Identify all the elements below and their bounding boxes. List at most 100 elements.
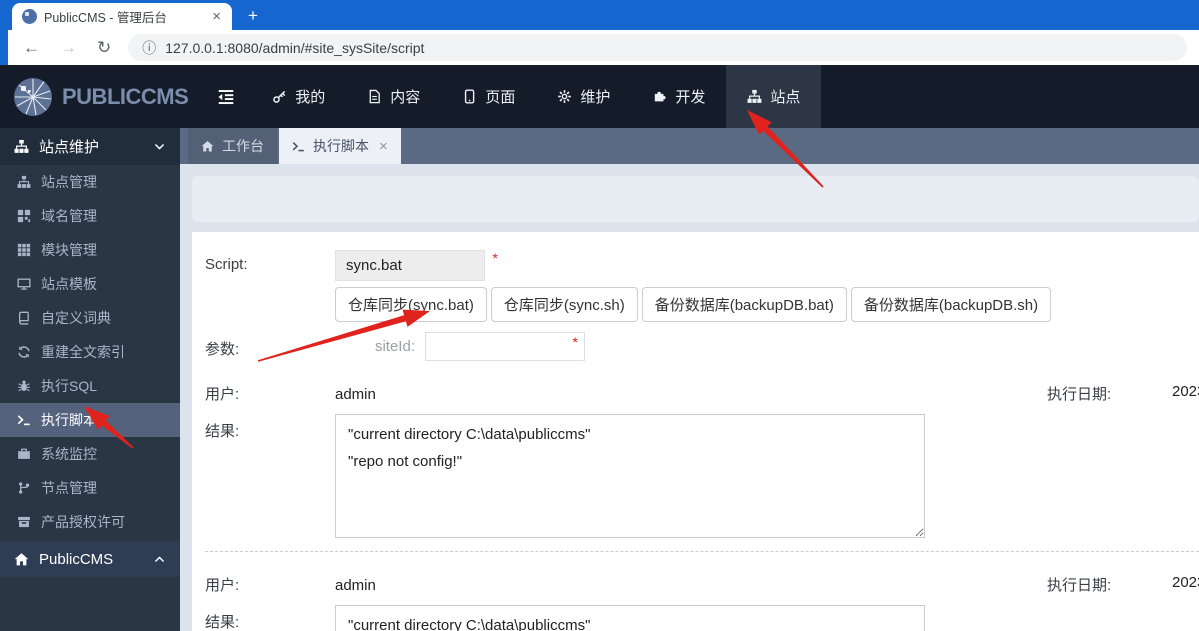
top-nav-items: 我的 内容 页面 维护 开发 站点 [251, 65, 822, 128]
result-textarea[interactable] [335, 414, 925, 538]
browser-toolbar: ← → ↻ ⓘ 127.0.0.1:8080/admin/#site_sysSi… [0, 30, 1199, 65]
result-textarea[interactable] [335, 605, 925, 631]
brand[interactable]: PUBLICCMS [0, 65, 201, 128]
sidebar-footer-publiccms[interactable]: PublicCMS [0, 541, 180, 577]
application-window: PublicCMS - 管理后台 × + ← → ↻ ⓘ 127.0.0.1:8… [0, 0, 1199, 631]
sidebar-item-label: 自定义词典 [41, 310, 111, 326]
sidebar-item-site-template[interactable]: 站点模板 [0, 267, 180, 301]
address-bar[interactable]: ⓘ 127.0.0.1:8080/admin/#site_sysSite/scr… [128, 34, 1187, 61]
tab-close-icon[interactable]: × [209, 9, 224, 24]
sidebar-item-product-license[interactable]: 产品授权许可 [0, 505, 180, 539]
tab-label: 工作台 [222, 138, 264, 154]
sidebar-item-module-management[interactable]: 模块管理 [0, 233, 180, 267]
page-tabbar: 工作台 执行脚本 × [180, 128, 1199, 164]
sidebar-items: 站点管理域名管理模块管理站点模板自定义词典重建全文索引 执行SQL 执行脚本系统监控… [0, 165, 180, 539]
puzzle-icon [652, 89, 667, 104]
script-button-backupdb-bat[interactable]: 备份数据库(backupDB.bat) [641, 287, 847, 322]
sidebar-item-node-management[interactable]: 节点管理 [0, 471, 180, 505]
browser-tab-title: PublicCMS - 管理后台 [44, 11, 167, 25]
browser-tabstrip: PublicCMS - 管理后台 × + [0, 0, 1199, 30]
page-info-icon[interactable]: ⓘ [142, 38, 156, 58]
nav-item-label: 开发 [675, 89, 706, 106]
nav-item-page[interactable]: 页面 [441, 65, 536, 128]
sidebar-item-label: 重建全文索引 [41, 344, 125, 360]
sidebar-item-rebuild-fulltext-index[interactable]: 重建全文索引 [0, 335, 180, 369]
publiccms-logo-icon [14, 77, 52, 116]
terminal-icon [292, 140, 305, 153]
required-mark: * [492, 250, 498, 266]
sidebar-item-domain-management[interactable]: 域名管理 [0, 199, 180, 233]
sidebar-item-execute-script[interactable]: 执行脚本 [0, 403, 180, 437]
file-icon [367, 89, 382, 104]
nav-item-content[interactable]: 内容 [346, 65, 441, 128]
sidebar-item-label: 站点管理 [41, 174, 97, 190]
script-button-sync-sh[interactable]: 仓库同步(sync.sh) [490, 287, 638, 322]
terminal-icon [17, 413, 31, 427]
sidebar-collapse-button[interactable] [201, 65, 251, 128]
reload-icon[interactable]: ↻ [88, 38, 120, 58]
mobile-icon [462, 89, 477, 104]
home-icon [201, 140, 214, 153]
sidebar-section-header[interactable]: 站点维护 [0, 128, 180, 165]
script-input[interactable] [335, 250, 485, 281]
tab-execute-script[interactable]: 执行脚本 × [279, 128, 401, 164]
sidebar-item-custom-dictionary[interactable]: 自定义词典 [0, 301, 180, 335]
sidebar-item-label: 站点模板 [41, 276, 97, 292]
sidebar-item-label: 模块管理 [41, 242, 97, 258]
favicon-icon [22, 9, 37, 24]
browser-tab[interactable]: PublicCMS - 管理后台 × [12, 3, 232, 30]
script-button-sync-bat[interactable]: 仓库同步(sync.bat) [335, 287, 487, 322]
script-row: Script: * [205, 250, 1199, 281]
app-navbar: PUBLICCMS 我的 内容 页面 维护 开发 站点 [0, 65, 1199, 128]
nav-item-maintenance[interactable]: 维护 [536, 65, 631, 128]
tab-close-icon[interactable]: × [379, 138, 388, 155]
briefcase-icon [17, 447, 31, 461]
branch-icon [17, 481, 31, 495]
content-body: Script: * 仓库同步(sync.bat)仓库同步(sync.sh)备份数… [180, 164, 1199, 631]
script-form-card: Script: * 仓库同步(sync.bat)仓库同步(sync.sh)备份数… [192, 232, 1199, 631]
script-label: Script: [205, 256, 248, 273]
sidebar-section-label: 站点维护 [39, 139, 100, 156]
desktop-icon [17, 277, 31, 291]
forward-icon[interactable]: → [51, 38, 86, 58]
record-result-row: 结果: [205, 414, 1199, 538]
result-label: 结果: [205, 423, 240, 440]
content-area: 工作台 执行脚本 × Script: * 仓库同步(sync.bat)仓库同步(sy… [180, 128, 1199, 631]
tab-workspace[interactable]: 工作台 [188, 128, 277, 164]
sitemap-icon [747, 89, 762, 104]
nav-item-my[interactable]: 我的 [251, 65, 346, 128]
sidebar-footer-label: PublicCMS [39, 550, 114, 568]
result-label: 结果: [205, 614, 240, 631]
required-mark: * [572, 334, 578, 350]
tab-label: 执行脚本 [313, 138, 369, 154]
qrcode-icon [17, 209, 31, 223]
record-user-row: 用户: admin 执行日期: 2023 [205, 568, 1199, 595]
gears-icon [557, 89, 572, 104]
sidebar-item-execute-sql[interactable]: 执行SQL [0, 369, 180, 403]
bug-icon [17, 379, 31, 393]
siteid-input[interactable] [425, 332, 585, 361]
exec-date-value: 2023 [1172, 383, 1199, 400]
record-divider [205, 551, 1199, 552]
url-text: 127.0.0.1:8080/admin/#site_sysSite/scrip… [165, 39, 425, 56]
params-label: 参数: [205, 341, 240, 358]
sidebar-item-label: 系统监控 [41, 446, 97, 462]
new-tab-button[interactable]: + [248, 7, 258, 24]
execution-records: 用户: admin 执行日期: 2023 结果: 用户: admin 执行日期: 2023 结果: [205, 377, 1199, 631]
sync-icon [17, 345, 31, 359]
toolbar-panel [192, 176, 1199, 222]
sidebar-item-label: 执行SQL [41, 378, 98, 394]
back-icon[interactable]: ← [14, 38, 49, 58]
sidebar-item-system-monitor[interactable]: 系统监控 [0, 437, 180, 471]
sidebar-item-label: 域名管理 [41, 208, 97, 224]
book-icon [17, 311, 31, 325]
grid-icon [17, 243, 31, 257]
script-button-backupdb-sh[interactable]: 备份数据库(backupDB.sh) [850, 287, 1052, 322]
script-button-row: 仓库同步(sync.bat) 仓库同步(sync.sh) 备份数据库(backupD… [335, 287, 1199, 322]
sidebar-item-site-management[interactable]: 站点管理 [0, 165, 180, 199]
outdent-icon [217, 88, 235, 106]
exec-date-label: 执行日期: [1047, 386, 1112, 403]
sitemap-icon [14, 139, 29, 154]
nav-item-develop[interactable]: 开发 [631, 65, 726, 128]
nav-item-site[interactable]: 站点 [726, 65, 822, 128]
